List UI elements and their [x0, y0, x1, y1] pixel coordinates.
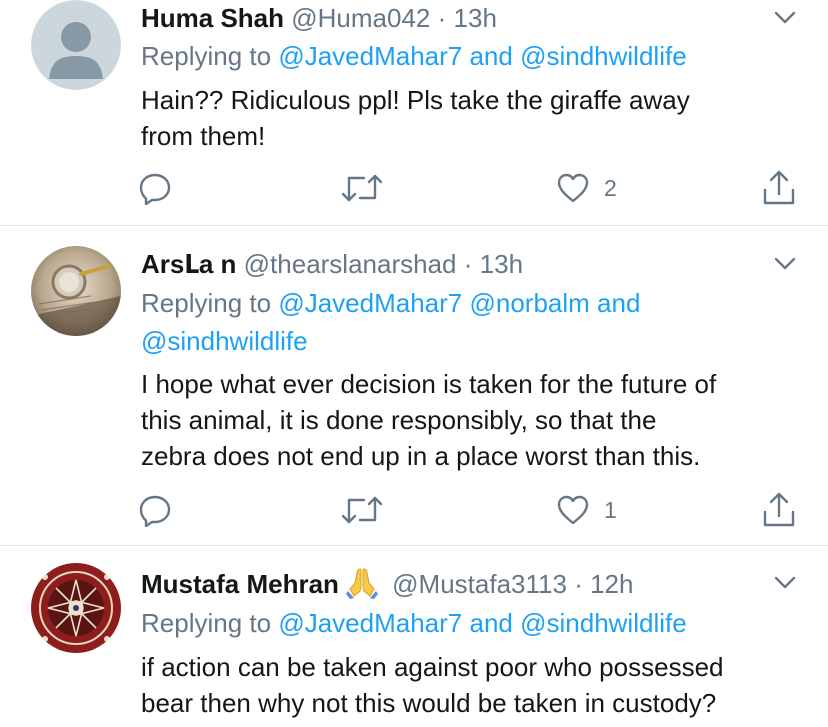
like-button[interactable]: 1 — [556, 492, 617, 528]
user-handle[interactable]: @Mustafa3113 — [392, 569, 567, 599]
folded-hands-icon — [345, 568, 378, 599]
magnifier-photo-avatar — [31, 246, 121, 336]
mention-link[interactable]: @JavedMahar7 — [278, 608, 462, 638]
tweet-arslan[interactable]: ArsԼa n @thearslanarshad · 13h Replying … — [0, 226, 828, 546]
mention-link[interactable]: @sindhwildlife — [141, 326, 308, 356]
separator-dot: · — [437, 3, 447, 33]
share-button[interactable] — [762, 170, 796, 206]
reply-icon — [139, 495, 171, 527]
tweet-text: Hain?? Ridiculous ppl! Pls take the gira… — [141, 85, 690, 151]
avatar[interactable] — [31, 563, 121, 653]
tweet-actions: 1 — [0, 492, 828, 528]
share-icon — [763, 170, 795, 205]
like-count: 2 — [604, 174, 617, 201]
carpet-pattern-avatar — [31, 563, 121, 653]
user-handle[interactable]: @Huma042 — [291, 3, 430, 33]
tweet-huma-shah[interactable]: Huma Shah @Huma042 · 13h Replying to @Ja… — [0, 0, 828, 226]
retweet-button[interactable] — [342, 170, 382, 206]
like-icon — [557, 495, 589, 525]
chevron-down-icon[interactable] — [774, 576, 796, 590]
chevron-down-icon[interactable] — [774, 257, 796, 271]
separator-dot: · — [463, 249, 473, 279]
timestamp[interactable]: 13h — [480, 249, 523, 279]
retweet-button[interactable] — [342, 492, 382, 528]
display-name[interactable]: Huma Shah — [141, 3, 284, 33]
retweet-icon — [342, 496, 382, 524]
mention-link[interactable]: @sindhwildlife — [520, 41, 687, 71]
avatar[interactable] — [31, 0, 121, 90]
avatar[interactable] — [31, 246, 121, 336]
replying-to: Replying to @JavedMahar7 and @sindhwildl… — [141, 608, 687, 638]
tweet-text: I hope what ever decision is taken for t… — [141, 369, 717, 471]
display-name[interactable]: ArsԼa n — [141, 249, 236, 279]
default-profile-icon — [31, 0, 121, 90]
tweet-mustafa-mehran[interactable]: Mustafa Mehran @Mustafa3113 · 12h Replyi… — [0, 546, 828, 727]
replying-to: Replying to @JavedMahar7 @norbalm and — [141, 288, 641, 318]
tweet-header: Huma Shah @Huma042 · 13h — [141, 0, 497, 36]
tweet-actions: 2 — [0, 170, 828, 206]
timestamp[interactable]: 13h — [454, 3, 497, 33]
like-icon — [557, 173, 589, 203]
mention-link[interactable]: @sindhwildlife — [520, 608, 687, 638]
reply-button[interactable] — [138, 170, 172, 206]
reply-button[interactable] — [138, 492, 172, 528]
user-handle[interactable]: @thearslanarshad — [244, 249, 457, 279]
like-button[interactable]: 2 — [556, 170, 617, 206]
like-count: 1 — [604, 496, 617, 523]
replying-to: Replying to @JavedMahar7 and @sindhwildl… — [141, 41, 687, 71]
separator-dot: · — [574, 569, 583, 599]
tweet-header: ArsԼa n @thearslanarshad · 13h — [141, 246, 523, 282]
timestamp[interactable]: 12h — [590, 569, 633, 599]
mention-link[interactable]: @JavedMahar7 — [278, 41, 462, 71]
share-button[interactable] — [762, 492, 796, 528]
retweet-icon — [342, 174, 382, 202]
mention-link[interactable]: @norbalm — [469, 288, 589, 318]
tweet-header: Mustafa Mehran @Mustafa3113 · 12h — [141, 565, 633, 601]
replying-to-continued: @sindhwildlife — [141, 323, 308, 360]
tweet-text: if action can be taken against poor who … — [141, 652, 724, 718]
display-name[interactable]: Mustafa Mehran — [141, 569, 339, 599]
mention-link[interactable]: @JavedMahar7 — [278, 288, 462, 318]
reply-icon — [139, 173, 171, 205]
share-icon — [763, 492, 795, 527]
chevron-down-icon[interactable] — [774, 11, 796, 25]
